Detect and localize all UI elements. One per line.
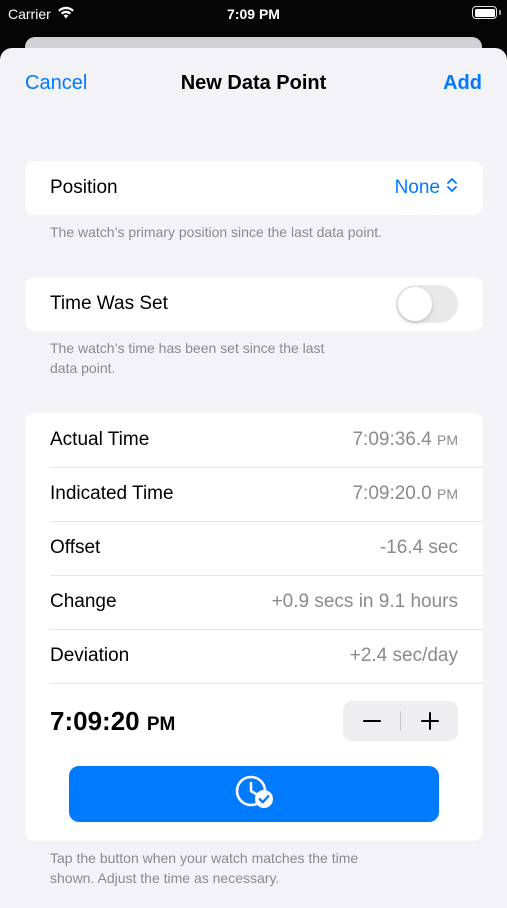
match-time-button[interactable] xyxy=(69,766,439,822)
increment-button[interactable] xyxy=(401,701,458,741)
new-data-point-sheet: Cancel New Data Point Add Position None … xyxy=(0,48,507,908)
time-was-set-footer-line1: The watch’s time has been set since the … xyxy=(50,340,325,356)
position-picker[interactable]: None xyxy=(395,177,458,199)
chevron-up-down-icon xyxy=(446,177,458,199)
add-button[interactable]: Add xyxy=(443,72,482,95)
offset-value: -16.4 sec xyxy=(379,537,458,558)
bottom-footer-line2: shown. Adjust the time as necessary. xyxy=(50,870,280,886)
position-group: Position None xyxy=(25,161,483,215)
toggle-knob xyxy=(398,287,432,321)
minus-icon xyxy=(362,720,381,722)
time-stepper xyxy=(343,701,458,741)
indicated-time-value: 7:09:20.0 PM xyxy=(352,483,458,504)
plus-icon xyxy=(420,712,439,730)
change-row: Change +0.9 secs in 9.1 hours xyxy=(25,575,483,629)
actual-time-value: 7:09:36.4 PM xyxy=(352,429,458,450)
offset-row: Offset -16.4 sec xyxy=(25,521,483,575)
readings-group: Actual Time 7:09:36.4 PM Indicated Time … xyxy=(25,413,483,841)
actual-time-label: Actual Time xyxy=(50,429,150,450)
battery-level xyxy=(474,8,495,17)
deviation-value: +2.4 sec/day xyxy=(349,645,458,666)
deviation-label: Deviation xyxy=(50,645,130,666)
status-clock: 7:09 PM xyxy=(227,6,280,22)
offset-label: Offset xyxy=(50,537,101,558)
navigation-bar: Cancel New Data Point Add xyxy=(0,48,507,122)
cancel-button[interactable]: Cancel xyxy=(25,72,87,95)
position-footer: The watch’s primary position since the l… xyxy=(50,224,383,240)
change-label: Change xyxy=(50,591,117,612)
indicated-time-label: Indicated Time xyxy=(50,483,174,504)
actual-time-row: Actual Time 7:09:36.4 PM xyxy=(25,413,483,467)
position-value: None xyxy=(394,177,440,198)
status-bar: Carrier 7:09 PM xyxy=(0,0,507,30)
bottom-footer: Tap the button when your watch matches t… xyxy=(50,848,358,888)
position-label: Position xyxy=(50,177,118,198)
clock-checkmark-icon xyxy=(233,774,275,815)
decrement-button[interactable] xyxy=(343,701,400,741)
battery-tip xyxy=(499,10,501,15)
bottom-footer-line1: Tap the button when your watch matches t… xyxy=(50,850,359,866)
adjust-time-row: 7:09:20 PM xyxy=(25,683,483,759)
time-was-set-group: Time Was Set xyxy=(25,277,483,331)
indicated-time-row: Indicated Time 7:09:20.0 PM xyxy=(25,467,483,521)
position-row: Position None xyxy=(25,161,483,215)
time-was-set-row: Time Was Set xyxy=(25,277,483,331)
time-was-set-toggle[interactable] xyxy=(396,285,458,323)
battery-icon xyxy=(472,6,497,19)
adjusted-time: 7:09:20 PM xyxy=(50,705,176,736)
deviation-row: Deviation +2.4 sec/day xyxy=(25,629,483,683)
time-was-set-footer: The watch’s time has been set since the … xyxy=(50,338,324,378)
time-was-set-label: Time Was Set xyxy=(50,293,168,314)
change-value: +0.9 secs in 9.1 hours xyxy=(271,591,458,612)
time-was-set-footer-line2: data point. xyxy=(50,360,116,376)
